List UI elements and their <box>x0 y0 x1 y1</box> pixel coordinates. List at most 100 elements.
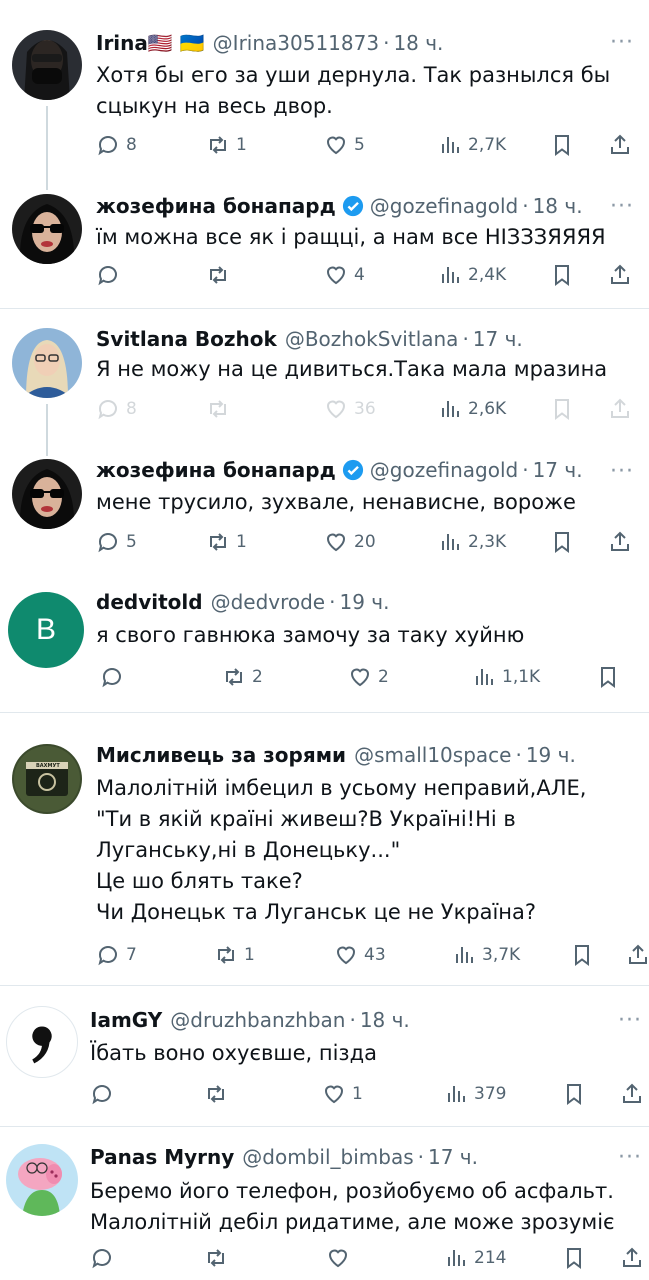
reply-button[interactable] <box>100 662 130 692</box>
author-name[interactable]: Svitlana Bozhok <box>96 326 277 352</box>
timestamp[interactable]: 19 ч. <box>339 589 389 615</box>
tweet[interactable]: Irina🇺🇸 🇺🇦 @Irina30511873 · 18 ч. ··· Хо… <box>0 0 649 190</box>
author-handle[interactable]: @dombil_bimbas <box>242 1144 413 1170</box>
retweet-button[interactable] <box>204 1079 234 1109</box>
divider <box>0 985 649 986</box>
views-button[interactable]: 2,7K <box>438 130 506 160</box>
author-name[interactable]: dedvitold <box>96 589 203 615</box>
share-button[interactable] <box>620 1243 644 1273</box>
bookmark-button[interactable] <box>570 940 594 970</box>
author-name[interactable]: Panas Myrny <box>90 1144 234 1170</box>
share-button[interactable] <box>608 394 632 424</box>
bookmark-button[interactable] <box>550 394 574 424</box>
reply-button[interactable]: 7 <box>96 940 137 970</box>
author-handle[interactable]: @gozefinagold <box>370 193 518 219</box>
share-button[interactable] <box>626 940 649 970</box>
bookmark-button[interactable] <box>550 130 574 160</box>
author-handle[interactable]: @Irina30511873 <box>213 30 379 56</box>
retweet-button[interactable] <box>204 1243 234 1273</box>
timestamp[interactable]: 19 ч. <box>526 742 576 768</box>
timestamp[interactable]: 18 ч. <box>533 193 583 219</box>
author-name[interactable]: Мисливець за зорями <box>96 742 346 768</box>
avatar[interactable]: ВАХМУТ <box>12 744 82 814</box>
avatar[interactable] <box>12 194 82 264</box>
reply-button[interactable]: 8 <box>96 130 137 160</box>
more-icon[interactable]: ··· <box>610 196 634 218</box>
bookmark-button[interactable] <box>550 260 574 290</box>
like-button[interactable] <box>326 1243 356 1273</box>
more-icon[interactable]: ··· <box>618 1010 642 1032</box>
tweet[interactable]: B dedvitold @dedvrode · 19 ч. я свого га… <box>0 578 649 713</box>
tweet[interactable]: IamGY @druzhbanzhban · 18 ч. ··· Їбать в… <box>0 990 649 1126</box>
avatar[interactable] <box>12 328 82 398</box>
avatar[interactable] <box>12 459 82 529</box>
like-button[interactable]: 5 <box>324 130 365 160</box>
timestamp[interactable]: 17 ч. <box>473 326 523 352</box>
share-button[interactable] <box>608 527 632 557</box>
views-button[interactable]: 1,1K <box>472 662 540 692</box>
views-button[interactable]: 379 <box>444 1079 506 1109</box>
reply-button[interactable]: 8 <box>96 394 137 424</box>
retweet-button[interactable]: 1 <box>206 527 247 557</box>
tweet[interactable]: жозефина бонапард @gozefinagold · 18 ч. … <box>0 178 649 308</box>
retweet-button[interactable]: 1 <box>214 940 255 970</box>
reply-button[interactable] <box>96 260 126 290</box>
share-button[interactable] <box>608 260 632 290</box>
like-button[interactable]: 1 <box>322 1079 363 1109</box>
author-name[interactable]: жозефина бонапард <box>96 193 336 219</box>
bookmark-button[interactable] <box>550 527 574 557</box>
avatar[interactable] <box>6 1144 78 1216</box>
author-handle[interactable]: @small10space <box>354 742 511 768</box>
tweet[interactable]: ВАХМУТ Мисливець за зорями @small10space… <box>0 712 649 984</box>
like-button[interactable]: 20 <box>324 527 376 557</box>
bookmark-button[interactable] <box>562 1079 586 1109</box>
author-handle[interactable]: @gozefinagold <box>370 457 518 483</box>
timestamp[interactable]: 18 ч. <box>360 1007 410 1033</box>
like-button[interactable]: 2 <box>348 662 389 692</box>
more-icon[interactable]: ··· <box>610 32 634 54</box>
author-handle[interactable]: @druzhbanzhban <box>170 1007 345 1033</box>
views-button[interactable]: 2,3K <box>438 527 506 557</box>
views-button[interactable]: 2,6K <box>438 394 506 424</box>
reply-button[interactable] <box>90 1079 120 1109</box>
bookmark-button[interactable] <box>596 662 620 692</box>
retweet-button[interactable]: 2 <box>222 662 263 692</box>
tweet[interactable]: Panas Myrny @dombil_bimbas · 17 ч. ··· Б… <box>0 1126 649 1280</box>
like-button[interactable]: 36 <box>324 394 376 424</box>
retweet-button[interactable] <box>206 260 236 290</box>
views-button[interactable]: 2,4K <box>438 260 506 290</box>
heart-icon <box>328 1249 348 1268</box>
reply-icon <box>98 266 117 286</box>
like-button[interactable]: 4 <box>324 260 365 290</box>
author-handle[interactable]: @dedvrode <box>211 589 326 615</box>
timestamp[interactable]: 17 ч. <box>533 457 583 483</box>
bookmark-icon <box>555 399 569 420</box>
avatar[interactable]: B <box>8 592 84 668</box>
reply-button[interactable]: 5 <box>96 527 137 557</box>
retweet-icon <box>208 1085 224 1103</box>
reply-button[interactable] <box>90 1243 120 1273</box>
views-count: 1,1K <box>502 667 541 687</box>
author-name[interactable]: Irina🇺🇸 🇺🇦 <box>96 30 205 56</box>
bookmark-button[interactable] <box>562 1243 586 1273</box>
timestamp[interactable]: 17 ч. <box>428 1144 478 1170</box>
retweet-count: 2 <box>252 667 263 687</box>
tweet[interactable]: Svitlana Bozhok @BozhokSvitlana · 17 ч. … <box>0 308 649 456</box>
more-icon[interactable]: ··· <box>610 461 634 483</box>
share-button[interactable] <box>608 130 632 160</box>
views-button[interactable]: 214 <box>444 1243 506 1273</box>
retweet-button[interactable] <box>206 394 236 424</box>
author-name[interactable]: жозефина бонапард <box>96 457 336 483</box>
timestamp[interactable]: 18 ч. <box>393 30 443 56</box>
author-handle[interactable]: @BozhokSvitlana <box>285 326 459 352</box>
views-icon <box>456 947 473 963</box>
retweet-button[interactable]: 1 <box>206 130 247 160</box>
tweet[interactable]: жозефина бонапард @gozefinagold · 17 ч. … <box>0 443 649 578</box>
more-icon[interactable]: ··· <box>618 1147 642 1169</box>
author-name[interactable]: IamGY <box>90 1007 162 1033</box>
like-button[interactable]: 43 <box>334 940 386 970</box>
share-button[interactable] <box>620 1079 644 1109</box>
avatar[interactable] <box>12 30 82 100</box>
views-button[interactable]: 3,7K <box>452 940 520 970</box>
avatar[interactable] <box>6 1006 78 1078</box>
